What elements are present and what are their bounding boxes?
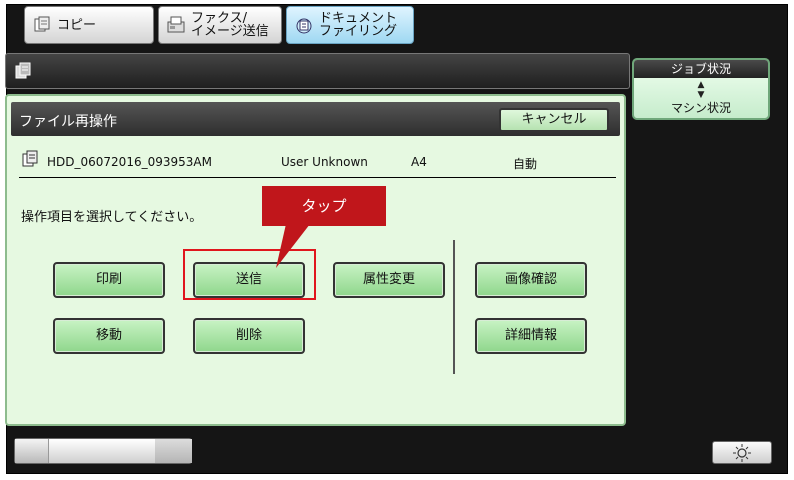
change-property-button[interactable]: 属性変更 [333, 262, 445, 298]
move-button[interactable]: 移動 [53, 318, 165, 354]
tap-callout-label: タップ [262, 186, 386, 226]
detail-button[interactable]: 詳細情報 [475, 318, 587, 354]
file-paper-size: A4 [411, 155, 427, 169]
callout-pointer [276, 224, 310, 268]
tab-document-filing[interactable]: ドキュメント ファイリング [286, 6, 414, 44]
file-info-row: HDD_06072016_093953AM User Unknown A4 自動 [19, 144, 616, 178]
job-status-button[interactable]: ジョブ状況 ▲ ▼ マシン状況 [632, 58, 770, 120]
panel-title: ファイル再操作 [19, 114, 117, 130]
copy-icon [34, 16, 50, 32]
button-group-divider [453, 240, 455, 374]
file-icon [22, 150, 38, 167]
panel-title-bar: ファイル再操作 キャンセル [11, 102, 620, 136]
tab-filing-label-line2: ファイリング [319, 24, 398, 39]
print-button[interactable]: 印刷 [53, 262, 165, 298]
toggle-arrows-icon: ▲ ▼ [697, 80, 705, 100]
fax-icon [167, 16, 185, 33]
bottom-slider[interactable] [14, 438, 192, 464]
document-filing-mode-icon [15, 62, 31, 79]
tab-copy-label: コピー [57, 17, 97, 33]
job-status-label: ジョブ状況 [634, 60, 768, 78]
file-name: HDD_06072016_093953AM [47, 155, 212, 169]
document-filing-icon [296, 18, 312, 34]
tab-fax-image-send[interactable]: ファクス/ イメージ送信 [158, 6, 282, 44]
file-user: User Unknown [281, 155, 368, 169]
slider-thumb[interactable] [15, 439, 49, 463]
file-color-mode: 自動 [513, 157, 538, 171]
instruction-text: 操作項目を選択してください。 [21, 210, 203, 225]
tab-fax-label-line2: イメージ送信 [191, 24, 269, 39]
delete-button[interactable]: 削除 [193, 318, 305, 354]
mode-header-bar [5, 53, 630, 89]
machine-status-label: マシン状況 [670, 101, 731, 115]
cancel-button[interactable]: キャンセル [499, 108, 609, 132]
check-image-button[interactable]: 画像確認 [475, 262, 587, 298]
slider-end [155, 439, 192, 463]
brightness-button[interactable] [712, 441, 772, 464]
brightness-icon [733, 443, 751, 462]
tab-copy[interactable]: コピー [24, 6, 154, 44]
